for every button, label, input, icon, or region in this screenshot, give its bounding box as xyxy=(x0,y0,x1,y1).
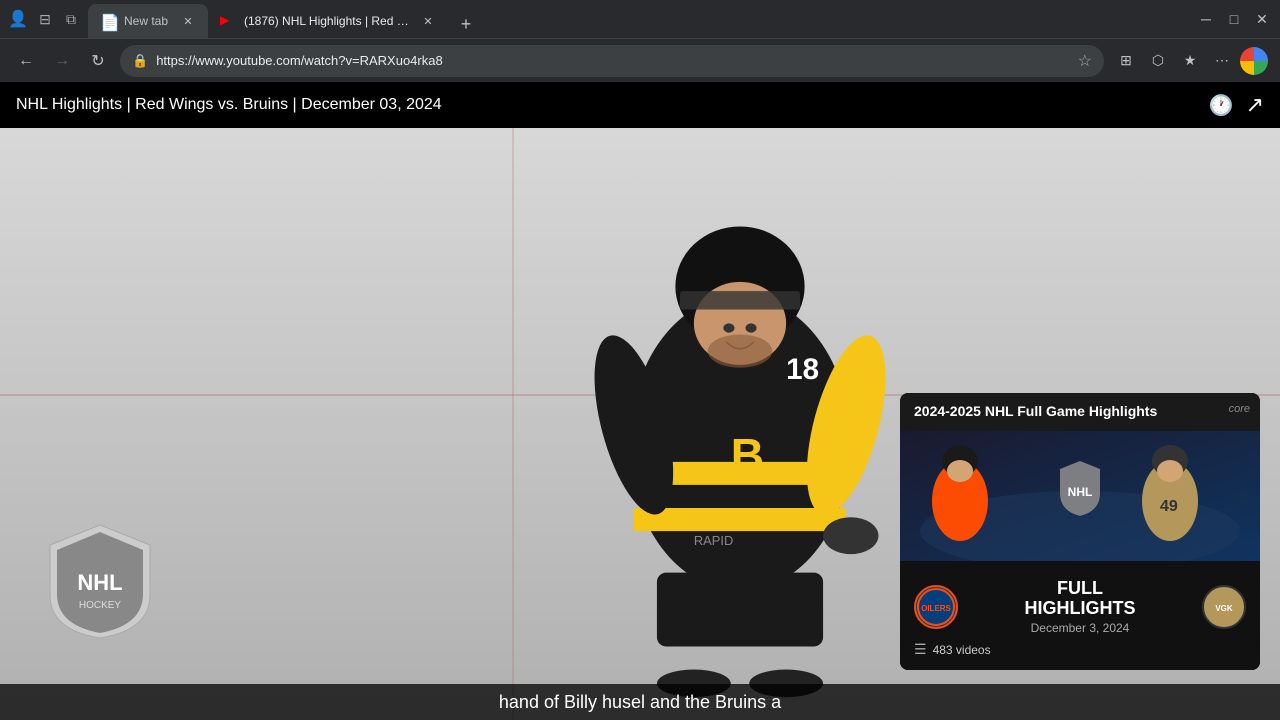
video-background: B 18 RAPID xyxy=(0,128,1280,720)
tab-youtube-title: (1876) NHL Highlights | Red Wing... xyxy=(244,14,412,28)
browser-frame: 👤 ⊟ ⧉ 📄 New tab ✕ ▶ (1876) NHL Highlight… xyxy=(0,0,1280,720)
tab-new-title: New tab xyxy=(124,14,172,28)
playlist-header: 2024-2025 NHL Full Game Highlights core xyxy=(900,393,1260,431)
svg-text:NHL: NHL xyxy=(77,570,122,595)
video-header: NHL Highlights | Red Wings vs. Bruins | … xyxy=(0,82,1280,128)
bookmark-star-icon[interactable]: ☆ xyxy=(1078,51,1092,71)
playlist-list-icon: ☰ xyxy=(914,641,927,658)
playlist-brand: core xyxy=(1229,403,1250,415)
more-menu-button[interactable]: ⋯ xyxy=(1208,47,1236,75)
maximize-button[interactable]: □ xyxy=(1224,9,1244,29)
chrome-profile-button[interactable] xyxy=(1240,47,1268,75)
video-header-icons: 🕐 ↗ xyxy=(1209,92,1264,118)
svg-text:NHL: NHL xyxy=(1068,485,1093,499)
playlist-title: 2024-2025 NHL Full Game Highlights xyxy=(914,403,1157,419)
new-tab-button[interactable]: + xyxy=(452,10,480,38)
lock-icon: 🔒 xyxy=(132,53,148,69)
svg-text:VGK: VGK xyxy=(1215,604,1233,613)
tabs-container: 📄 New tab ✕ ▶ (1876) NHL Highlights | Re… xyxy=(88,0,1188,38)
video-title: NHL Highlights | Red Wings vs. Bruins | … xyxy=(16,96,442,114)
cast-button[interactable]: ⬡ xyxy=(1144,47,1172,75)
close-button[interactable]: ✕ xyxy=(1252,9,1272,29)
tab-grid-icon[interactable]: ⊟ xyxy=(36,10,54,28)
history-icon[interactable]: 🕐 xyxy=(1209,93,1234,118)
svg-text:HOCKEY: HOCKEY xyxy=(79,600,122,611)
playlist-label-1: FULL xyxy=(958,579,1202,599)
subtitle-text: hand of Billy husel and the Bruins a xyxy=(499,692,781,713)
extensions-button[interactable]: ⊞ xyxy=(1112,47,1140,75)
video-area[interactable]: B 18 RAPID xyxy=(0,128,1280,720)
playlist-bottom: OILERS FULL HIGHLIGHTS December 3, 2024 xyxy=(900,561,1260,670)
playlist-info-row: ☰ 483 videos xyxy=(914,641,1246,658)
tab-new[interactable]: 📄 New tab ✕ xyxy=(88,4,208,38)
tab-youtube[interactable]: ▶ (1876) NHL Highlights | Red Wing... ✕ xyxy=(208,4,448,38)
window-buttons: ─ □ ✕ xyxy=(1196,9,1272,29)
playlist-label-2: HIGHLIGHTS xyxy=(958,599,1202,619)
nhl-logo: NHL HOCKEY xyxy=(40,520,160,640)
page-content: NHL Highlights | Red Wings vs. Bruins | … xyxy=(0,82,1280,720)
toolbar: ← → ↻ 🔒 https://www.youtube.com/watch?v=… xyxy=(0,38,1280,82)
svg-text:18: 18 xyxy=(786,353,819,386)
subtitle-bar: hand of Billy husel and the Bruins a xyxy=(0,684,1280,720)
url-text: https://www.youtube.com/watch?v=RARXuo4r… xyxy=(156,53,1069,68)
title-bar: 👤 ⊟ ⧉ 📄 New tab ✕ ▶ (1876) NHL Highlight… xyxy=(0,0,1280,38)
svg-text:49: 49 xyxy=(1160,498,1178,515)
svg-text:OILERS: OILERS xyxy=(921,604,951,613)
back-button[interactable]: ← xyxy=(12,47,40,75)
forward-button[interactable]: → xyxy=(48,47,76,75)
team-row: OILERS FULL HIGHLIGHTS December 3, 2024 xyxy=(914,579,1246,635)
team-golden-badge: VGK xyxy=(1202,585,1246,629)
profile-bookmarks-button[interactable]: ★ xyxy=(1176,47,1204,75)
playlist-thumbnail: NHL 49 xyxy=(900,431,1260,561)
tab-new-close[interactable]: ✕ xyxy=(180,13,196,29)
profile-icon[interactable]: 👤 xyxy=(8,9,28,29)
address-bar[interactable]: 🔒 https://www.youtube.com/watch?v=RARXuo… xyxy=(120,45,1104,77)
share-icon[interactable]: ↗ xyxy=(1246,92,1264,118)
playlist-card[interactable]: 2024-2025 NHL Full Game Highlights core xyxy=(900,393,1260,670)
svg-text:RAPID: RAPID xyxy=(694,533,733,548)
svg-text:B: B xyxy=(731,429,764,481)
tab-new-favicon: 📄 xyxy=(100,13,116,29)
playlist-date: December 3, 2024 xyxy=(958,621,1202,635)
playlist-center-text: FULL HIGHLIGHTS December 3, 2024 xyxy=(958,579,1202,635)
new-window-icon[interactable]: ⧉ xyxy=(62,10,80,28)
playlist-videos-count: 483 videos xyxy=(933,643,991,657)
toolbar-icons: ⊞ ⬡ ★ ⋯ xyxy=(1112,47,1268,75)
minimize-button[interactable]: ─ xyxy=(1196,9,1216,29)
tab-youtube-close[interactable]: ✕ xyxy=(420,13,436,29)
tab-youtube-favicon: ▶ xyxy=(220,13,236,29)
team-oilers-badge: OILERS xyxy=(914,585,958,629)
refresh-button[interactable]: ↻ xyxy=(84,47,112,75)
